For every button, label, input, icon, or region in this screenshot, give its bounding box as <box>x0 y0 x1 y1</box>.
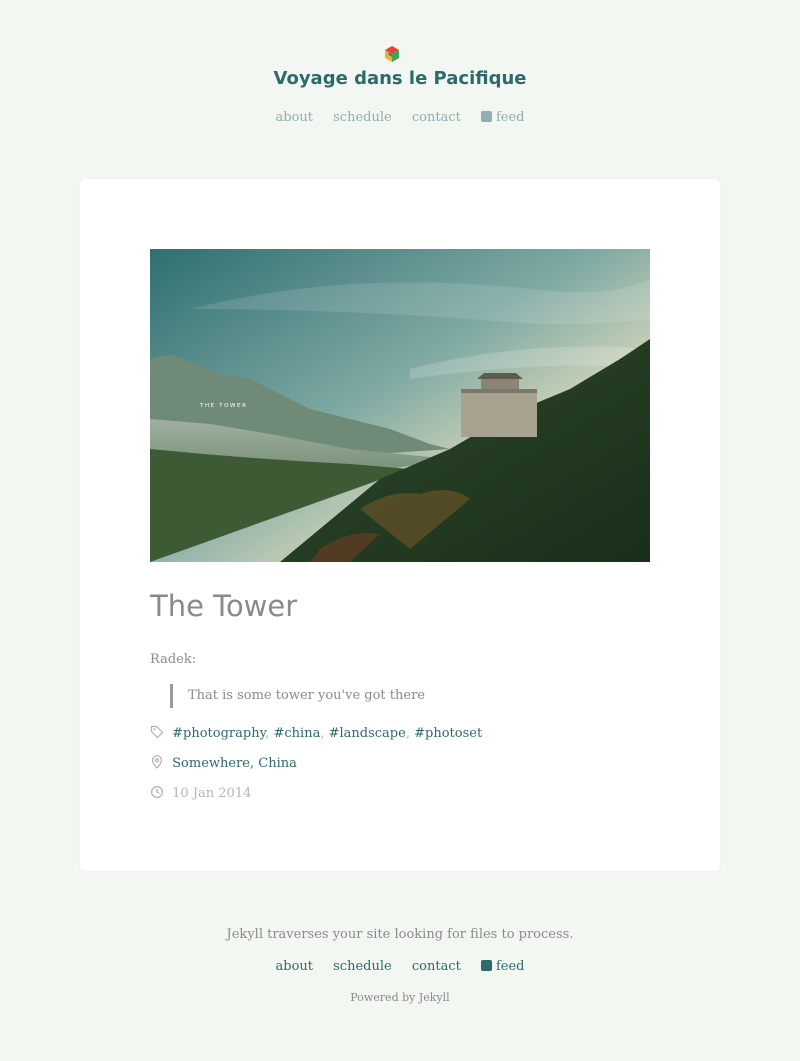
nav-contact[interactable]: contact <box>412 110 461 125</box>
post-tags: #photography, #china, #landscape, #photo… <box>150 725 482 743</box>
map-pin-icon <box>151 755 163 769</box>
nav-schedule[interactable]: schedule <box>333 110 392 125</box>
tag-link[interactable]: #china <box>274 726 321 741</box>
footer-nav-feed-label: feed <box>495 959 525 974</box>
rss-icon <box>480 111 492 122</box>
footer-nav: about schedule contact feed <box>0 959 800 974</box>
tag-link[interactable]: #photoset <box>414 726 482 741</box>
powered-by: Powered by Jekyll <box>350 991 450 1004</box>
nav-feed[interactable]: feed <box>480 110 525 125</box>
post-title: The Tower <box>150 589 298 623</box>
post-date: 10 Jan 2014 <box>150 785 251 803</box>
location-link[interactable]: Somewhere, China <box>172 756 297 771</box>
clock-icon <box>150 785 164 799</box>
tag-icon <box>150 725 164 739</box>
tag-separator: , <box>320 726 325 741</box>
tag-separator: , <box>265 726 270 741</box>
landscape-illustration: THE TOWER <box>150 249 650 562</box>
footer-nav-feed[interactable]: feed <box>480 959 525 974</box>
hexagon-cube-icon[interactable] <box>383 45 401 63</box>
nav-feed-label: feed <box>495 110 525 125</box>
post-location: Somewhere, China <box>150 755 297 773</box>
footer-nav-schedule[interactable]: schedule <box>333 959 392 974</box>
post-image: THE TOWER <box>150 249 650 562</box>
tag-link[interactable]: #photography <box>172 726 265 741</box>
image-caption: THE TOWER <box>199 403 248 409</box>
site-title[interactable]: Voyage dans le Pacifique <box>0 68 800 89</box>
chat-speaker: Radek: <box>150 652 197 667</box>
footer-nav-about[interactable]: about <box>276 959 314 974</box>
chat-quote: That is some tower you've got there <box>170 684 425 708</box>
top-nav: about schedule contact feed <box>0 110 800 125</box>
footer-nav-contact[interactable]: contact <box>412 959 461 974</box>
post-card: THE TOWER The Tower Radek: That is some … <box>80 179 720 871</box>
rss-icon <box>480 960 492 971</box>
nav-about[interactable]: about <box>276 110 314 125</box>
tag-link[interactable]: #landscape <box>329 726 406 741</box>
footer-description: Jekyll traverses your site looking for f… <box>226 927 574 942</box>
tag-separator: , <box>405 726 410 741</box>
post-date-text: 10 Jan 2014 <box>172 786 252 801</box>
